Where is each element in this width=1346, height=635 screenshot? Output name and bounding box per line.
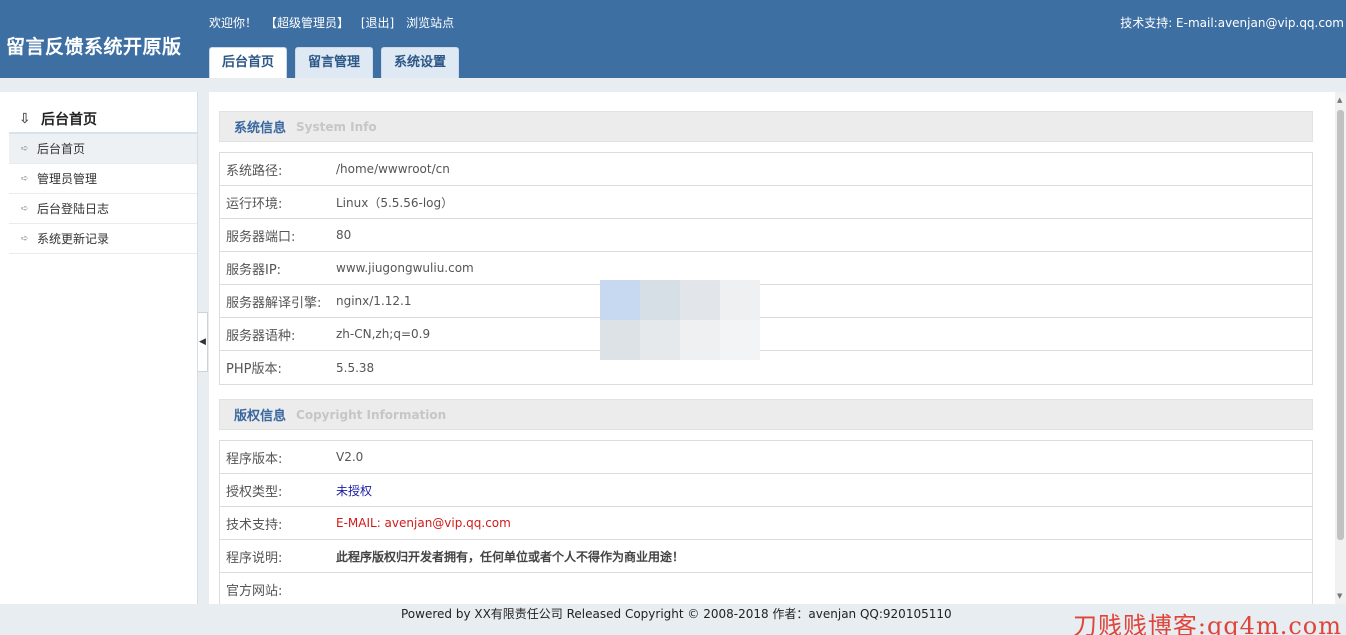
copyright-info-header: 版权信息 Copyright Information bbox=[219, 399, 1313, 430]
sidebar-item-label: 管理员管理 bbox=[37, 172, 98, 186]
table-row: 运行环境: Linux（5.5.56-log） bbox=[220, 186, 1312, 219]
row-value: 5.5.38 bbox=[336, 360, 375, 375]
sidebar-item-home[interactable]: ➪ 后台首页 bbox=[9, 134, 197, 164]
table-row: 服务器解译引擎: nginx/1.12.1 bbox=[220, 285, 1312, 318]
section-subtitle: Copyright Information bbox=[296, 407, 447, 422]
row-label: 服务器语种: bbox=[226, 328, 296, 344]
row-label: 官方网站: bbox=[226, 584, 283, 599]
table-row: 程序说明: 此程序版权归开发者拥有，任何单位或者个人不得作为商业用途！ bbox=[220, 540, 1312, 573]
sidebar-item-label: 后台登陆日志 bbox=[37, 202, 110, 216]
row-label: 服务器IP: bbox=[226, 262, 282, 278]
row-label: 运行环境: bbox=[226, 196, 283, 212]
collapse-left-icon: ◀ bbox=[199, 337, 206, 347]
copyright-info-table: 程序版本: V2.0 授权类型: 未授权 技术支持: E-MAIL: avenj… bbox=[219, 440, 1313, 607]
sidebar-title-label: 后台首页 bbox=[41, 112, 97, 128]
section-subtitle: System Info bbox=[296, 119, 377, 134]
footer: Powered by XX有限责任公司 Released Copyright ©… bbox=[0, 604, 1346, 635]
row-value: Linux（5.5.56-log） bbox=[336, 195, 454, 210]
main-tabs: 后台首页 留言管理 系统设置 bbox=[209, 47, 467, 78]
row-label: PHP版本: bbox=[226, 362, 282, 377]
arrow-bullet-icon: ➪ bbox=[21, 173, 29, 184]
table-row: 官方网站: bbox=[220, 573, 1312, 606]
tab-messages[interactable]: 留言管理 bbox=[295, 47, 374, 78]
table-row: 程序版本: V2.0 bbox=[220, 441, 1312, 474]
tech-support-text: 技术支持: E-mail:avenjan@vip.qq.com bbox=[1120, 16, 1344, 30]
table-row: 技术支持: E-MAIL: avenjan@vip.qq.com bbox=[220, 507, 1312, 540]
tab-settings[interactable]: 系统设置 bbox=[381, 47, 460, 78]
powered-by-text: Powered by XX有限责任公司 Released Copyright ©… bbox=[401, 607, 952, 621]
row-label: 服务器解译引擎: bbox=[226, 295, 322, 311]
arrow-bullet-icon: ➪ bbox=[21, 203, 29, 214]
watermark-text: 刀贱贱博客:qq4m.com bbox=[1072, 612, 1342, 635]
row-value: V2.0 bbox=[336, 450, 364, 464]
sidebar: ⇩ 后台首页 ➪ 后台首页 ➪ 管理员管理 ➪ 后台登陆日志 ➪ 系统更新记录 bbox=[0, 92, 198, 604]
sidebar-item-login-log[interactable]: ➪ 后台登陆日志 bbox=[9, 194, 197, 224]
row-value: nginx/1.12.1 bbox=[336, 294, 412, 308]
section-title: 系统信息 bbox=[234, 121, 287, 136]
site-logo: 留言反馈系统开原版 bbox=[6, 36, 182, 58]
user-role: 【超级管理员】 bbox=[265, 16, 350, 30]
welcome-text: 欢迎你！ bbox=[209, 16, 258, 30]
scroll-down-icon[interactable]: ▼ bbox=[1337, 592, 1342, 600]
table-row: PHP版本: 5.5.38 bbox=[220, 351, 1312, 384]
row-label: 系统路径: bbox=[226, 163, 283, 179]
row-label: 授权类型: bbox=[226, 484, 283, 500]
header: 留言反馈系统开原版 欢迎你！ 【超级管理员】 [退出] 浏览站点 技术支持: E-… bbox=[0, 0, 1346, 78]
license-type-value: 未授权 bbox=[336, 483, 373, 498]
sidebar-title: ⇩ 后台首页 bbox=[9, 106, 197, 134]
system-info-header: 系统信息 System Info bbox=[219, 111, 1313, 142]
row-label: 服务器端口: bbox=[226, 229, 296, 245]
sidebar-item-label: 系统更新记录 bbox=[37, 232, 110, 246]
tab-home[interactable]: 后台首页 bbox=[209, 47, 288, 78]
scrollbar-thumb[interactable] bbox=[1337, 110, 1344, 540]
arrow-bullet-icon: ➪ bbox=[21, 233, 29, 244]
row-label: 技术支持: bbox=[226, 517, 283, 533]
row-value: zh-CN,zh;q=0.9 bbox=[336, 327, 431, 341]
sidebar-item-update-log[interactable]: ➪ 系统更新记录 bbox=[9, 224, 197, 254]
row-label: 程序版本: bbox=[226, 451, 283, 467]
scroll-up-icon[interactable]: ▲ bbox=[1337, 96, 1342, 104]
table-row: 服务器IP: www.jiugongwuliu.com bbox=[220, 252, 1312, 285]
down-arrow-icon: ⇩ bbox=[19, 111, 31, 127]
sidebar-item-label: 后台首页 bbox=[37, 142, 86, 156]
table-row: 服务器端口: 80 bbox=[220, 219, 1312, 252]
table-row: 授权类型: 未授权 bbox=[220, 474, 1312, 507]
top-user-bar: 欢迎你！ 【超级管理员】 [退出] 浏览站点 bbox=[209, 14, 462, 31]
logout-link[interactable]: [退出] bbox=[361, 16, 394, 30]
table-row: 服务器语种: zh-CN,zh;q=0.9 bbox=[220, 318, 1312, 351]
row-label: 程序说明: bbox=[226, 550, 283, 566]
row-value: 80 bbox=[336, 228, 352, 242]
row-value: /home/wwwroot/cn bbox=[336, 162, 450, 176]
support-email-link[interactable]: E-MAIL: avenjan@vip.qq.com bbox=[336, 516, 511, 530]
sidebar-item-admins[interactable]: ➪ 管理员管理 bbox=[9, 164, 197, 194]
main-scrollbar[interactable]: ▲ ▼ bbox=[1335, 92, 1346, 604]
section-title: 版权信息 bbox=[234, 409, 287, 424]
table-row: 系统路径: /home/wwwroot/cn bbox=[220, 153, 1312, 186]
program-notice: 此程序版权归开发者拥有，任何单位或者个人不得作为商业用途！ bbox=[336, 549, 685, 564]
pixelated-blur-overlay bbox=[600, 280, 760, 360]
arrow-bullet-icon: ➪ bbox=[21, 143, 29, 154]
sidebar-collapse-handle[interactable]: ◀ bbox=[198, 312, 208, 372]
system-info-table: 系统路径: /home/wwwroot/cn 运行环境: Linux（5.5.5… bbox=[219, 152, 1313, 385]
browse-site-link[interactable]: 浏览站点 bbox=[406, 16, 454, 30]
row-value: www.jiugongwuliu.com bbox=[336, 261, 474, 275]
main-content: 系统信息 System Info 系统路径: /home/wwwroot/cn … bbox=[209, 92, 1335, 607]
